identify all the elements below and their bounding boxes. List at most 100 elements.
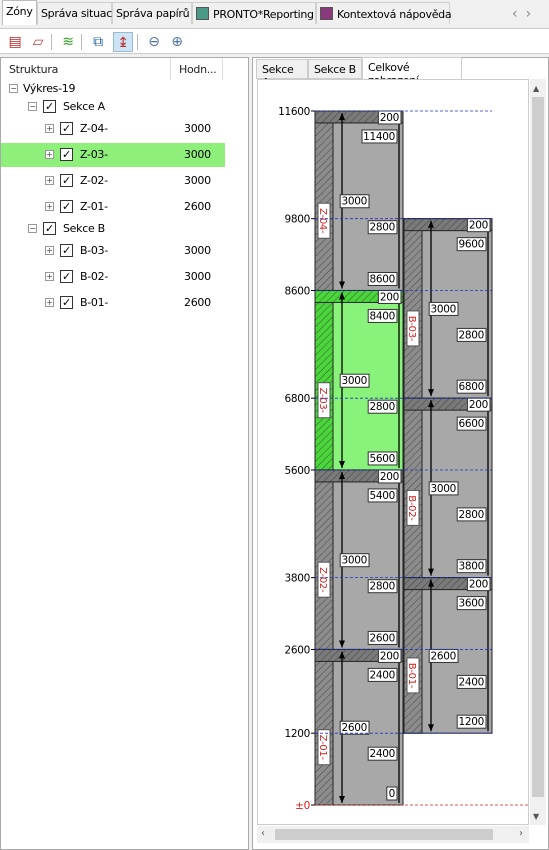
- top-tab[interactable]: PRONTO*Reporting: [192, 2, 316, 24]
- slab-label: 200: [469, 399, 488, 411]
- top-tab[interactable]: Správa papírů: [112, 2, 192, 24]
- clear-height-label: 2800: [458, 509, 484, 521]
- tree-item-label: Sekce B: [63, 222, 105, 235]
- zone-name-label: Z-02-: [317, 561, 331, 598]
- tree-zone[interactable]: + ✓ Z-03- 3000: [1, 143, 225, 167]
- zone-name-label: B-02-: [406, 489, 420, 526]
- view-tab[interactable]: Sekce A: [256, 59, 308, 89]
- tab-label: Zóny: [6, 5, 33, 18]
- tree-item-value: 3000: [184, 122, 211, 135]
- wall-hatch: [315, 290, 333, 470]
- height-label: 2600: [430, 650, 456, 662]
- expand-icon[interactable]: +: [45, 124, 54, 133]
- tree-section[interactable]: − ✓ Sekce A: [1, 95, 225, 119]
- tree-section[interactable]: − ✓ Sekce B: [1, 217, 225, 241]
- level-label: 6800: [284, 393, 310, 405]
- tree-item-value: 3000: [184, 270, 211, 283]
- zoom-in-icon[interactable]: ⊕: [167, 32, 187, 52]
- slab-label: 200: [380, 650, 399, 662]
- zoom-out-icon[interactable]: ⊖: [144, 32, 164, 52]
- copy-icon[interactable]: ⧉: [88, 32, 108, 52]
- checkbox[interactable]: ✓: [43, 222, 56, 235]
- tab-scroll: ‹ ›: [512, 6, 542, 22]
- section-drawing[interactable]: 200 11400 3000 8600 2800 Z-04- 200 8400 3000 5600…: [257, 79, 529, 825]
- collapse-icon[interactable]: −: [9, 84, 18, 93]
- collapse-icon[interactable]: −: [28, 224, 37, 233]
- zone-name-label: Z-03-: [317, 382, 331, 419]
- tree-zone[interactable]: + ✓ Z-02- 3000: [1, 169, 225, 193]
- level-label: 1200: [284, 728, 310, 740]
- checkbox[interactable]: ✓: [60, 122, 73, 135]
- expand-icon[interactable]: +: [45, 246, 54, 255]
- checkbox[interactable]: ✓: [60, 244, 73, 257]
- help-icon: [320, 7, 333, 20]
- tree-zone[interactable]: + ✓ B-01- 2600: [1, 291, 225, 315]
- clear-height-label: 2800: [369, 222, 395, 234]
- zone-name-label: B-01-: [406, 657, 420, 694]
- level-label: 5600: [284, 465, 310, 477]
- tab-scroll-right[interactable]: ›: [526, 6, 532, 22]
- tab-scroll-left[interactable]: ‹: [512, 6, 518, 22]
- zone-name-label: B-03-: [406, 310, 420, 347]
- expand-icon[interactable]: +: [45, 150, 54, 159]
- wall-hatch: [315, 649, 333, 805]
- clear-height-label: 2800: [369, 581, 395, 593]
- wall-hatch: [404, 218, 422, 399]
- tree-item-label: B-03-: [80, 244, 108, 257]
- horizontal-scrollbar[interactable]: ‹ ›: [257, 826, 529, 843]
- top-tab[interactable]: Kontextová nápověda: [316, 2, 452, 24]
- top-tab[interactable]: Zóny: [2, 0, 37, 25]
- bottom-level-label: 2600: [369, 632, 395, 644]
- expand-icon[interactable]: +: [45, 202, 54, 211]
- tree-item-label: Z-02-: [80, 174, 108, 187]
- bottom-level-label: 1200: [458, 716, 484, 728]
- checkbox[interactable]: ✓: [60, 270, 73, 283]
- svg-text:B-03-: B-03-: [406, 316, 417, 342]
- checkbox[interactable]: ✓: [60, 296, 73, 309]
- checkbox[interactable]: ✓: [43, 100, 56, 113]
- top-level-label: 5400: [369, 490, 395, 502]
- svg-text:B-01-: B-01-: [406, 663, 417, 689]
- level-label: 9800: [284, 214, 310, 226]
- tree-item-label: B-01-: [80, 296, 108, 309]
- height-label: 3000: [341, 375, 367, 387]
- checkbox[interactable]: ✓: [60, 200, 73, 213]
- collapse-icon[interactable]: −: [28, 102, 37, 111]
- add-zone-icon[interactable]: ▤: [5, 32, 25, 52]
- remove-zone-icon[interactable]: ▱: [28, 32, 48, 52]
- expand-icon[interactable]: +: [45, 298, 54, 307]
- slab-label: 200: [469, 579, 488, 591]
- view-tab[interactable]: Celkové zobrazení: [362, 57, 462, 87]
- checkbox[interactable]: ✓: [60, 174, 73, 187]
- tree-item-label: Z-03-: [80, 148, 108, 161]
- view-tab[interactable]: Sekce B: [308, 59, 362, 79]
- separator: [81, 34, 82, 50]
- level-label: 2600: [284, 644, 310, 656]
- tree-zone[interactable]: + ✓ B-03- 3000: [1, 239, 225, 263]
- top-tab[interactable]: Správa situací: [37, 2, 115, 24]
- svg-text:B-02-: B-02-: [406, 495, 417, 521]
- bottom-level-label: 6800: [458, 381, 484, 393]
- tree-zone[interactable]: + ✓ Z-04- 3000: [1, 117, 225, 141]
- expand-icon[interactable]: +: [45, 272, 54, 281]
- checkbox[interactable]: ✓: [60, 148, 73, 161]
- separator: [137, 34, 138, 50]
- layers-icon[interactable]: ≋: [58, 32, 78, 52]
- vertical-scrollbar[interactable]: ▲ ▼: [530, 79, 546, 825]
- clear-height-label: 2400: [369, 748, 395, 760]
- tree-item-value: 2600: [184, 200, 211, 213]
- height-view-icon[interactable]: ↨: [113, 32, 133, 52]
- bottom-level-label: 5600: [369, 453, 395, 465]
- height-label: 3000: [430, 303, 456, 315]
- tab-label: Správa situací: [41, 7, 115, 20]
- bottom-level-label: 0: [389, 788, 395, 800]
- tree-item-value: 2600: [184, 296, 211, 309]
- tree-item-label: Z-04-: [80, 122, 108, 135]
- tree-zone[interactable]: + ✓ Z-01- 2600: [1, 195, 225, 219]
- top-level-label: 3600: [458, 598, 484, 610]
- svg-text:Z-04-: Z-04-: [317, 208, 328, 234]
- expand-icon[interactable]: +: [45, 176, 54, 185]
- zone-name-label: Z-01-: [317, 729, 331, 766]
- tree-item-label: Sekce A: [63, 100, 105, 113]
- tree-zone[interactable]: + ✓ B-02- 3000: [1, 265, 225, 289]
